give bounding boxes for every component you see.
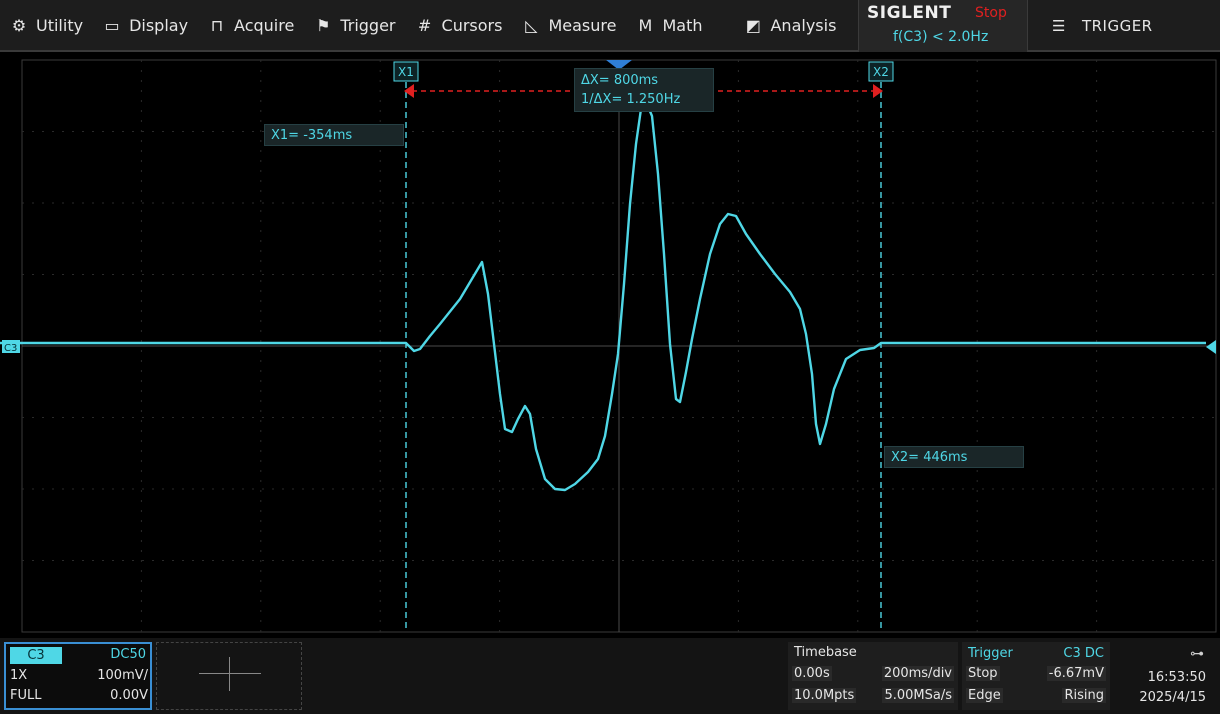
timebase-title: Timebase (794, 645, 857, 660)
trigger-state: Stop (966, 666, 1000, 681)
timebase-row-2: 10.0Mpts 5.00MSa/s (792, 688, 954, 703)
menu-cursors[interactable]: # Cursors (406, 0, 513, 51)
channel-scale: 100mV/ (97, 668, 148, 683)
channel-bandwidth: FULL (10, 688, 42, 703)
trigger-row-1: Stop -6.67mV (966, 666, 1106, 681)
gear-icon: ⚙ (11, 15, 27, 35)
timebase-panel[interactable]: Timebase 0.00s 200ms/div 10.0Mpts 5.00MS… (788, 642, 958, 710)
trigger-row-2: Edge Rising (966, 688, 1106, 703)
menu-list-icon: ☰ (1052, 17, 1066, 35)
trigger-title: Trigger (968, 646, 1013, 661)
menu-measure[interactable]: ◺ Measure (512, 0, 626, 51)
channel-row-2: FULL 0.00V (10, 688, 148, 703)
trigger-condition: f(C3) < 2.0Hz (893, 29, 989, 45)
cursor-x1-tag-label: X1 (398, 65, 414, 79)
menu-label: Acquire (234, 15, 295, 35)
channel-offset: 0.00V (110, 688, 148, 703)
trigger-type: Edge (966, 688, 1003, 703)
trigger-level: -6.67mV (1046, 666, 1106, 681)
channel-marker-label: C3 (4, 343, 17, 354)
menu-display[interactable]: ▭ Display (93, 0, 198, 51)
inv-delta-x-value: 1/ΔX= 1.250Hz (581, 92, 681, 107)
clock-panel: ⊶ 16:53:50 2025/4/15 (1114, 642, 1218, 710)
scope-screen[interactable]: C3 X1 X2 X1= -354ms X2= 446ms ΔX= 800ms … (0, 54, 1220, 634)
trigger-slope: Rising (1062, 688, 1106, 703)
measure-icon: ◺ (525, 15, 538, 35)
trigger-menu-button[interactable]: ☰ TRIGGER (1052, 0, 1153, 52)
clock-date: 2025/4/15 (1139, 690, 1206, 705)
add-channel-slot[interactable] (156, 642, 302, 710)
cursor-x1-value: X1= -354ms (271, 128, 353, 143)
cursor-x2-value: X2= 446ms (891, 450, 968, 465)
timebase-delay: 0.00s (792, 666, 832, 681)
bottom-bar: C3 DC50 1X 100mV/ FULL 0.00V Timebase 0.… (0, 638, 1220, 714)
network-icon: ⊶ (1190, 646, 1204, 662)
menu-label: Utility (36, 15, 84, 35)
cursor-x1-readout: X1= -354ms (264, 124, 404, 146)
channel-row-1: 1X 100mV/ (10, 668, 148, 683)
cursor-x2-tag-label: X2 (873, 65, 889, 79)
trigger-level-marker (1206, 340, 1216, 354)
channel-c3-panel[interactable]: C3 DC50 1X 100mV/ FULL 0.00V (4, 642, 152, 710)
menu-label: Analysis (770, 15, 837, 35)
plus-icon-vertical (229, 657, 230, 691)
status-box[interactable]: SIGLENT Stop f(C3) < 2.0Hz (858, 0, 1028, 52)
timebase-sample-rate: 5.00MSa/s (882, 688, 954, 703)
clock-time: 16:53:50 (1147, 670, 1206, 685)
brand-logo: SIGLENT (867, 3, 952, 23)
menu-math[interactable]: M Math (626, 0, 712, 51)
channel-probe: 1X (10, 668, 28, 683)
acquire-icon: ⊓ (210, 15, 224, 35)
menu-acquire[interactable]: ⊓ Acquire (198, 0, 304, 51)
monitor-icon: ▭ (104, 15, 120, 35)
menu-bar: ⚙ Utility ▭ Display ⊓ Acquire ⚑ Trigger … (0, 0, 1220, 52)
menu-label: Display (129, 15, 189, 35)
cursor-x2-readout: X2= 446ms (884, 446, 1024, 468)
menu-analysis[interactable]: ◩ Analysis (734, 0, 846, 51)
timebase-memory: 10.0Mpts (792, 688, 857, 703)
timebase-scale: 200ms/div (881, 666, 954, 681)
trigger-row-0: Trigger C3 DC (966, 646, 1106, 661)
channel-badge: C3 (10, 647, 62, 664)
menu-trigger[interactable]: ⚑ Trigger (304, 0, 405, 51)
delta-x-value: ΔX= 800ms (581, 73, 659, 88)
math-icon: M (638, 15, 653, 35)
menu-label: Trigger (340, 15, 396, 35)
trigger-menu-label: TRIGGER (1081, 17, 1153, 35)
waveform-display: C3 X1 X2 (0, 59, 1217, 633)
plus-icon (199, 673, 261, 674)
cursor-delta-readout: ΔX= 800ms 1/ΔX= 1.250Hz (574, 68, 714, 112)
menu-label: Measure (548, 15, 617, 35)
timebase-row-1: 0.00s 200ms/div (792, 666, 954, 681)
trigger-panel[interactable]: Trigger C3 DC Stop -6.67mV Edge Rising (962, 642, 1110, 710)
c3-trace (0, 100, 1206, 492)
flag-icon: ⚑ (316, 15, 331, 35)
run-state: Stop (975, 5, 1007, 21)
menu-label: Math (662, 15, 703, 35)
trigger-source: C3 DC (1063, 646, 1104, 661)
menu-utility[interactable]: ⚙ Utility (0, 0, 93, 51)
analysis-icon: ◩ (745, 15, 762, 35)
channel-coupling: DC50 (110, 647, 146, 662)
cursors-icon: # (417, 15, 432, 35)
menu-label: Cursors (441, 15, 503, 35)
